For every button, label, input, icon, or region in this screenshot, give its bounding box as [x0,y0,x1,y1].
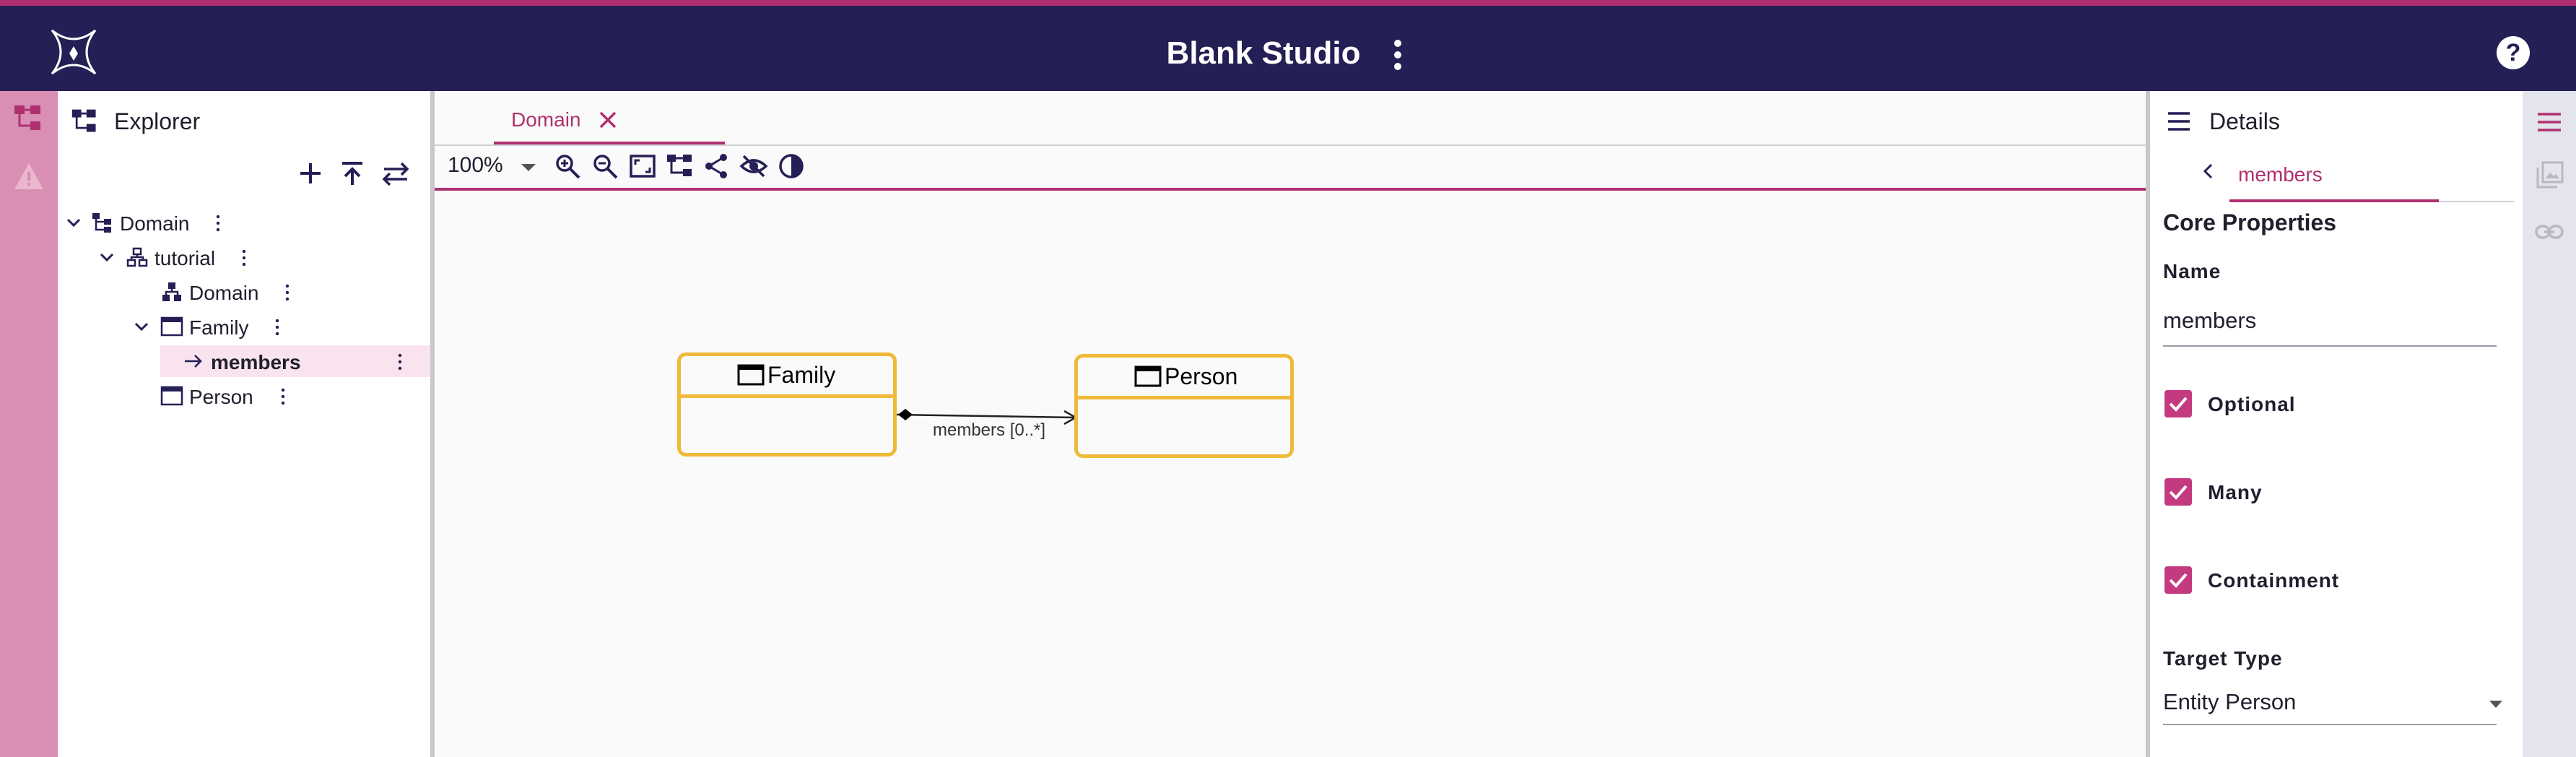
name-field-underline [2163,345,2497,347]
entity-icon [1134,365,1162,387]
tab-label: Domain [511,108,581,131]
activity-bar-left [0,91,58,757]
section-title: Core Properties [2163,209,2337,235]
chevron-down-icon[interactable] [520,162,537,173]
more-vert-icon[interactable] [1380,35,1415,75]
share-icon[interactable] [702,152,731,181]
chevron-left-icon[interactable] [2198,160,2219,182]
help-icon[interactable]: ? [2497,36,2530,69]
more-vert-icon[interactable] [241,248,247,267]
optional-label: Optional [2208,393,2296,415]
tree-item-person[interactable]: Person [58,380,430,412]
more-vert-icon[interactable] [397,352,403,371]
zoom-out-icon[interactable] [591,152,619,181]
package-icon [126,247,148,267]
explorer-header-icon [71,107,100,136]
check-icon [2169,485,2188,500]
composition-diamond-icon [898,409,913,420]
fit-screen-icon[interactable] [628,152,657,181]
entity-icon [160,316,183,337]
domain-icon [162,282,181,301]
node-person[interactable]: Person [1074,354,1294,458]
chevron-down-icon[interactable] [97,247,117,267]
tree-item-domain-diagram[interactable]: Domain [58,276,430,308]
app-header: Blank Studio ? [0,6,2576,91]
tabbar-divider [435,144,2146,146]
node-header: Family [681,356,893,398]
chevron-down-icon[interactable] [2488,699,2504,709]
breadcrumb[interactable]: members [2238,163,2323,186]
zoom-in-icon[interactable] [553,152,582,181]
diagram-canvas[interactable]: Family Person members [0..*] [435,191,2146,757]
name-field[interactable]: members [2163,308,2256,334]
explorer-title: Explorer [114,108,201,134]
entity-icon [737,364,765,386]
visibility-off-icon[interactable] [739,152,768,181]
explorer-tree-icon[interactable] [13,103,45,134]
tree-item-label: Person [189,386,253,408]
zoom-select[interactable]: 100% [448,153,503,178]
containment-checkbox[interactable] [2164,566,2192,594]
target-type-select[interactable]: Entity Person [2163,689,2296,715]
containment-label: Containment [2208,569,2340,592]
tree-item-label: members [211,351,301,373]
activity-bar-right [2523,91,2576,757]
arrow-right-icon [185,355,202,368]
node-label: Family [767,362,836,388]
target-type-label: Target Type [2163,647,2283,670]
more-vert-icon[interactable] [284,283,290,302]
chevron-down-icon[interactable] [131,316,152,337]
layout-tree-icon[interactable] [666,152,695,181]
tree-item-label: Family [189,316,249,339]
tree-item-label: Domain [120,212,190,235]
breadcrumb-divider [2439,201,2514,202]
entity-icon [160,386,183,406]
tree-item-family[interactable]: Family [58,311,430,342]
node-label: Person [1165,363,1238,389]
details-panel: Details members Core Properties Name mem… [2150,91,2523,757]
check-icon [2169,573,2188,588]
tree-item-members[interactable]: members [160,345,430,377]
chevron-down-icon[interactable] [64,212,84,233]
contrast-icon[interactable] [777,152,806,181]
check-icon [2169,397,2188,412]
add-icon[interactable] [293,156,328,191]
more-vert-icon[interactable] [215,214,221,233]
menu-icon[interactable] [2536,110,2563,134]
menu-icon[interactable] [2166,110,2192,133]
tree-icon [92,213,111,233]
breadcrumb-underline [2229,199,2439,202]
warning-icon[interactable] [13,160,45,192]
app-title: Blank Studio [1166,35,1361,71]
node-family[interactable]: Family [677,352,897,457]
more-vert-icon[interactable] [280,387,286,406]
edge-label: members [0..*] [933,420,1046,440]
details-title: Details [2209,108,2280,134]
tree-item-label: Domain [189,282,259,304]
link-icon[interactable] [2534,221,2564,243]
node-header: Person [1078,358,1290,399]
close-icon[interactable] [595,107,621,133]
many-label: Many [2208,481,2263,503]
tree-item-label: tutorial [155,247,216,269]
image-gallery-icon[interactable] [2536,160,2564,189]
tree-item-tutorial[interactable]: tutorial [58,241,430,273]
more-vert-icon[interactable] [274,318,280,337]
many-checkbox[interactable] [2164,478,2192,506]
optional-checkbox[interactable] [2164,390,2192,418]
top-accent-line [0,0,2576,6]
editor-area: Domain 100% Family Person members [0..*] [435,91,2146,757]
tree-item-domain-root[interactable]: Domain [58,207,430,238]
tab-domain[interactable]: Domain [494,98,725,144]
explorer-panel: Explorer Domain tutorial Domain Family m… [58,91,430,757]
edge-members[interactable] [435,191,2146,757]
target-type-underline [2163,724,2497,725]
name-label: Name [2163,260,2222,282]
sync-arrows-icon[interactable] [378,156,413,191]
collapse-up-icon[interactable] [335,156,370,191]
logo-icon[interactable] [48,26,100,78]
